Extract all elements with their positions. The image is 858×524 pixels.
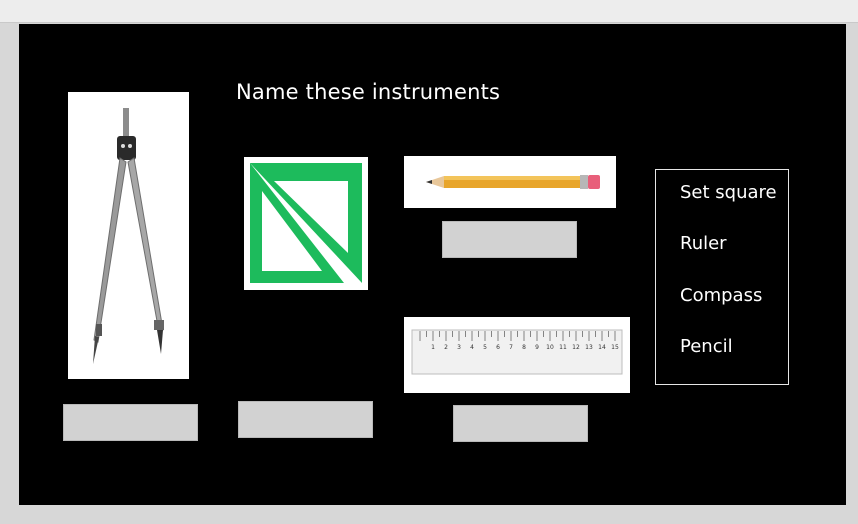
ruler-card[interactable]: 1 2 3 4 5 6 7 8 9 10 11 12 13 14 15 xyxy=(404,317,630,393)
activity-stage: Name these instruments 1 2 3 4 5 6 7 8 9… xyxy=(19,24,846,505)
ruler-tick-label: 12 xyxy=(572,344,580,351)
ruler-tick-label: 1 xyxy=(431,344,435,351)
ruler-tick-label: 10 xyxy=(546,344,554,351)
ruler-tick-label: 7 xyxy=(509,344,513,351)
word-compass[interactable]: Compass xyxy=(680,285,762,306)
word-bank: Set square Ruler Compass Pencil xyxy=(655,169,789,385)
ruler-tick-label: 13 xyxy=(585,344,593,351)
window-top-frame xyxy=(0,0,858,23)
answer-box-ruler[interactable] xyxy=(453,405,588,442)
pencil-icon xyxy=(426,175,600,189)
word-ruler[interactable]: Ruler xyxy=(680,233,727,254)
pencil-card[interactable] xyxy=(404,156,616,208)
set-square-icon xyxy=(250,163,362,283)
ruler-tick-label: 6 xyxy=(496,344,500,351)
set-square-card[interactable] xyxy=(244,157,368,290)
ruler-tick-label: 4 xyxy=(470,344,474,351)
word-pencil[interactable]: Pencil xyxy=(680,336,733,357)
answer-box-pencil[interactable] xyxy=(442,221,577,258)
ruler-tick-label: 2 xyxy=(444,344,448,351)
ruler-tick-label: 5 xyxy=(483,344,487,351)
ruler-tick-label: 11 xyxy=(559,344,567,351)
ruler-tick-label: 14 xyxy=(598,344,606,351)
ruler-tick-label: 9 xyxy=(535,344,539,351)
ruler-tick-label: 3 xyxy=(457,344,461,351)
answer-box-set-square[interactable] xyxy=(238,401,373,438)
compass-icon xyxy=(93,108,164,364)
ruler-tick-label: 15 xyxy=(611,344,619,351)
ruler-tick-label: 8 xyxy=(522,344,526,351)
compass-card[interactable] xyxy=(68,92,189,379)
answer-box-compass[interactable] xyxy=(63,404,198,441)
ruler-icon: 1 2 3 4 5 6 7 8 9 10 11 12 13 14 15 xyxy=(411,329,623,375)
word-set-square[interactable]: Set square xyxy=(680,182,777,203)
page-title: Name these instruments xyxy=(236,80,501,104)
